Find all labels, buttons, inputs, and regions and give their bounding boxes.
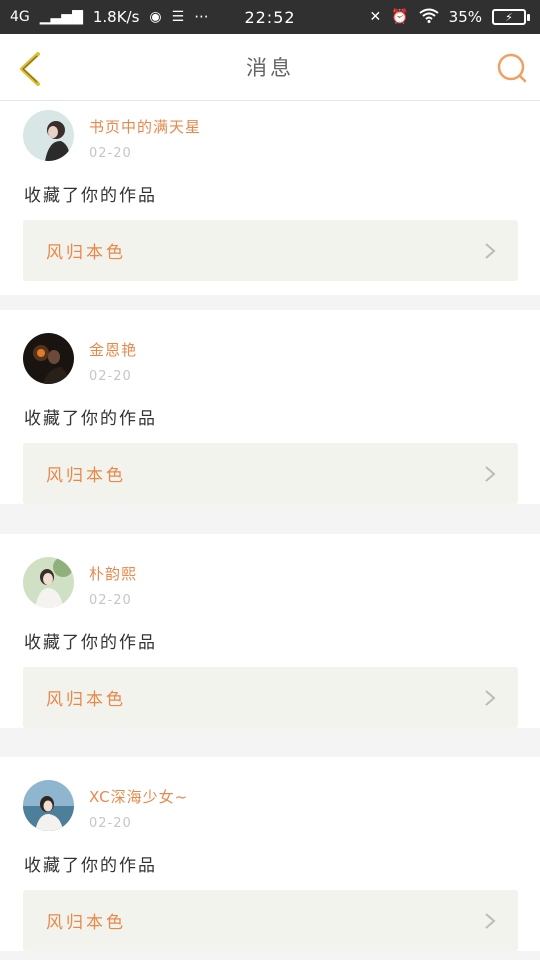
work-link[interactable]: 风归本色 [23, 667, 518, 728]
card-header: 朴韵熙 02-20 [23, 557, 137, 608]
chevron-right-icon [485, 689, 496, 706]
more-dots: ··· [194, 8, 209, 26]
work-title: 风归本色 [46, 243, 126, 263]
message-card: XC深海少女~ 02-20 收藏了你的作品 风归本色 [0, 757, 540, 951]
card-meta: 金恩艳 02-20 [89, 339, 137, 384]
page-title: 消息 [246, 56, 294, 80]
search-icon [497, 53, 527, 83]
work-link[interactable]: 风归本色 [23, 443, 518, 504]
chevron-right-icon [485, 465, 496, 482]
nav-bar: 消息 [0, 34, 540, 101]
message-date: 02-20 [89, 816, 132, 831]
message-date: 02-20 [89, 146, 132, 161]
card-header: 金恩艳 02-20 [23, 333, 137, 384]
wifi-icon [419, 8, 439, 26]
username[interactable]: 朴韵熙 [89, 563, 137, 584]
avatar[interactable] [23, 557, 74, 608]
message-card: 书页中的满天星 02-20 收藏了你的作品 风归本色 [0, 101, 540, 295]
message-card: 金恩艳 02-20 收藏了你的作品 风归本色 [0, 310, 540, 504]
battery-percent: 35% [448, 8, 482, 26]
status-right: ✕ ⏰ 35% ⚡ [369, 8, 530, 26]
card-meta: 朴韵熙 02-20 [89, 563, 137, 608]
storage-icon: ☰ [171, 9, 185, 25]
card-meta: XC深海少女~ 02-20 [89, 786, 188, 831]
message-card: 朴韵熙 02-20 收藏了你的作品 风归本色 [0, 534, 540, 728]
chevron-left-icon [20, 52, 40, 86]
alarm-icon: ⏰ [391, 9, 409, 25]
action-text: 收藏了你的作品 [24, 409, 157, 429]
card-header: XC深海少女~ 02-20 [23, 780, 188, 831]
work-title: 风归本色 [46, 690, 126, 710]
work-link[interactable]: 风归本色 [23, 220, 518, 281]
chevron-right-icon [485, 912, 496, 929]
network-label: 4G [10, 9, 30, 25]
message-date: 02-20 [89, 369, 132, 384]
avatar[interactable] [23, 110, 74, 161]
username[interactable]: 书页中的满天星 [89, 116, 201, 137]
action-text: 收藏了你的作品 [24, 856, 157, 876]
message-date: 02-20 [89, 593, 132, 608]
avatar[interactable] [23, 780, 74, 831]
action-text: 收藏了你的作品 [24, 186, 157, 206]
mute-icon: ✕ [369, 9, 382, 25]
action-text: 收藏了你的作品 [24, 633, 157, 653]
browser-icon: ◉ [149, 9, 162, 25]
card-header: 书页中的满天星 02-20 [23, 110, 201, 161]
clock: 22:52 [244, 7, 296, 27]
work-title: 风归本色 [46, 913, 126, 933]
work-link[interactable]: 风归本色 [23, 890, 518, 951]
search-button[interactable] [494, 50, 530, 86]
status-left: 4G ▁▃▅▇ 1.8K/s ◉ ☰ ··· [10, 8, 209, 26]
avatar[interactable] [23, 333, 74, 384]
work-title: 风归本色 [46, 466, 126, 486]
battery-icon: ⚡ [492, 9, 530, 25]
username[interactable]: XC深海少女~ [89, 786, 188, 807]
username[interactable]: 金恩艳 [89, 339, 137, 360]
back-button[interactable] [14, 51, 46, 87]
chevron-right-icon [485, 242, 496, 259]
network-speed: 1.8K/s [92, 8, 140, 26]
signal-icon: ▁▃▅▇ [39, 9, 83, 25]
card-meta: 书页中的满天星 02-20 [89, 116, 201, 161]
status-bar: 4G ▁▃▅▇ 1.8K/s ◉ ☰ ··· 22:52 ✕ ⏰ 35% ⚡ [0, 0, 540, 34]
